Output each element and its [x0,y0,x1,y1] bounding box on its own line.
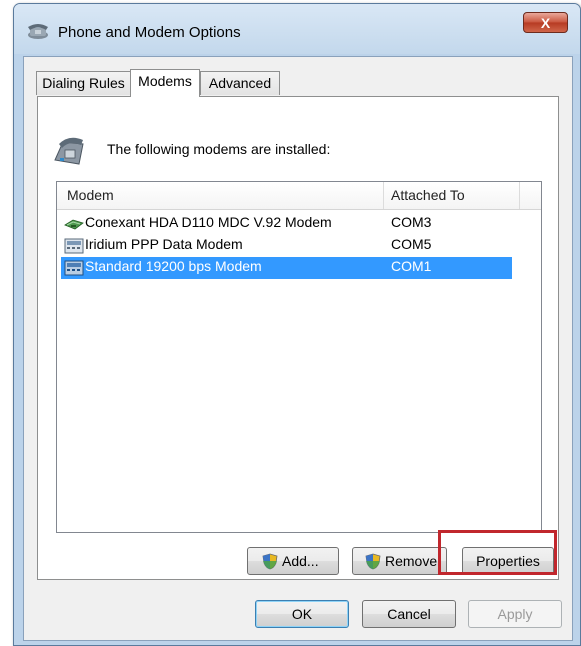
list-item-selected[interactable]: Standard 19200 bps Modem COM1 [61,257,512,279]
cancel-button[interactable]: Cancel [362,600,456,628]
modems-tab-panel: The following modems are installed: Mode… [37,96,559,580]
modem-name: Standard 19200 bps Modem [85,258,262,274]
tab-label: Modems [138,73,192,89]
tab-advanced[interactable]: Advanced [200,71,280,95]
tab-modems[interactable]: Modems [130,69,200,97]
list-header: Modem Attached To [57,182,541,210]
cancel-button-label: Cancel [387,606,431,622]
column-divider[interactable] [519,182,520,209]
close-button[interactable]: X [523,12,568,33]
list-item[interactable]: Iridium PPP Data Modem COM5 [61,235,512,257]
shield-icon [262,553,278,570]
close-icon: X [540,15,551,31]
apply-button-label: Apply [497,606,533,622]
apply-button[interactable]: Apply [468,600,562,628]
column-header-attached-to[interactable]: Attached To [391,182,465,209]
column-divider[interactable] [383,182,384,209]
modem-port: COM5 [391,236,432,252]
modem-port: COM1 [391,258,432,274]
intro-text: The following modems are installed: [107,141,331,157]
modem-device-icon [64,260,84,276]
list-item[interactable]: Conexant HDA D110 MDC V.92 Modem COM3 [61,213,512,235]
modem-port: COM3 [391,214,432,230]
add-button[interactable]: Add... [247,547,339,575]
shield-icon [365,553,381,570]
dialog-client-area: Dialing Rules Modems Advanced The follow… [23,56,573,641]
window-title: Phone and Modem Options [58,24,241,41]
modem-device-icon [64,238,84,254]
ok-button[interactable]: OK [255,600,349,628]
modem-list[interactable]: Modem Attached To Conexant HDA D110 MDC … [56,181,542,533]
modem-name: Conexant HDA D110 MDC V.92 Modem [85,214,332,230]
column-header-modem[interactable]: Modem [67,182,114,209]
tab-dialing-rules[interactable]: Dialing Rules [36,71,131,95]
properties-button-label: Properties [476,553,540,569]
ok-button-label: OK [291,606,313,622]
add-button-label: Add... [282,553,319,569]
telephone-icon [28,24,48,39]
phone-modem-icon [54,137,84,165]
remove-button[interactable]: Remove [352,547,447,575]
tab-label: Dialing Rules [42,75,125,91]
phone-and-modem-options-window: Phone and Modem Options X Dialing Rules … [13,3,581,646]
tab-label: Advanced [208,75,272,91]
modem-icon [64,219,84,230]
properties-button[interactable]: Properties [462,547,554,575]
remove-button-label: Remove [385,553,438,569]
modem-name: Iridium PPP Data Modem [85,236,243,252]
title-bar[interactable]: Phone and Modem Options X [14,4,580,54]
